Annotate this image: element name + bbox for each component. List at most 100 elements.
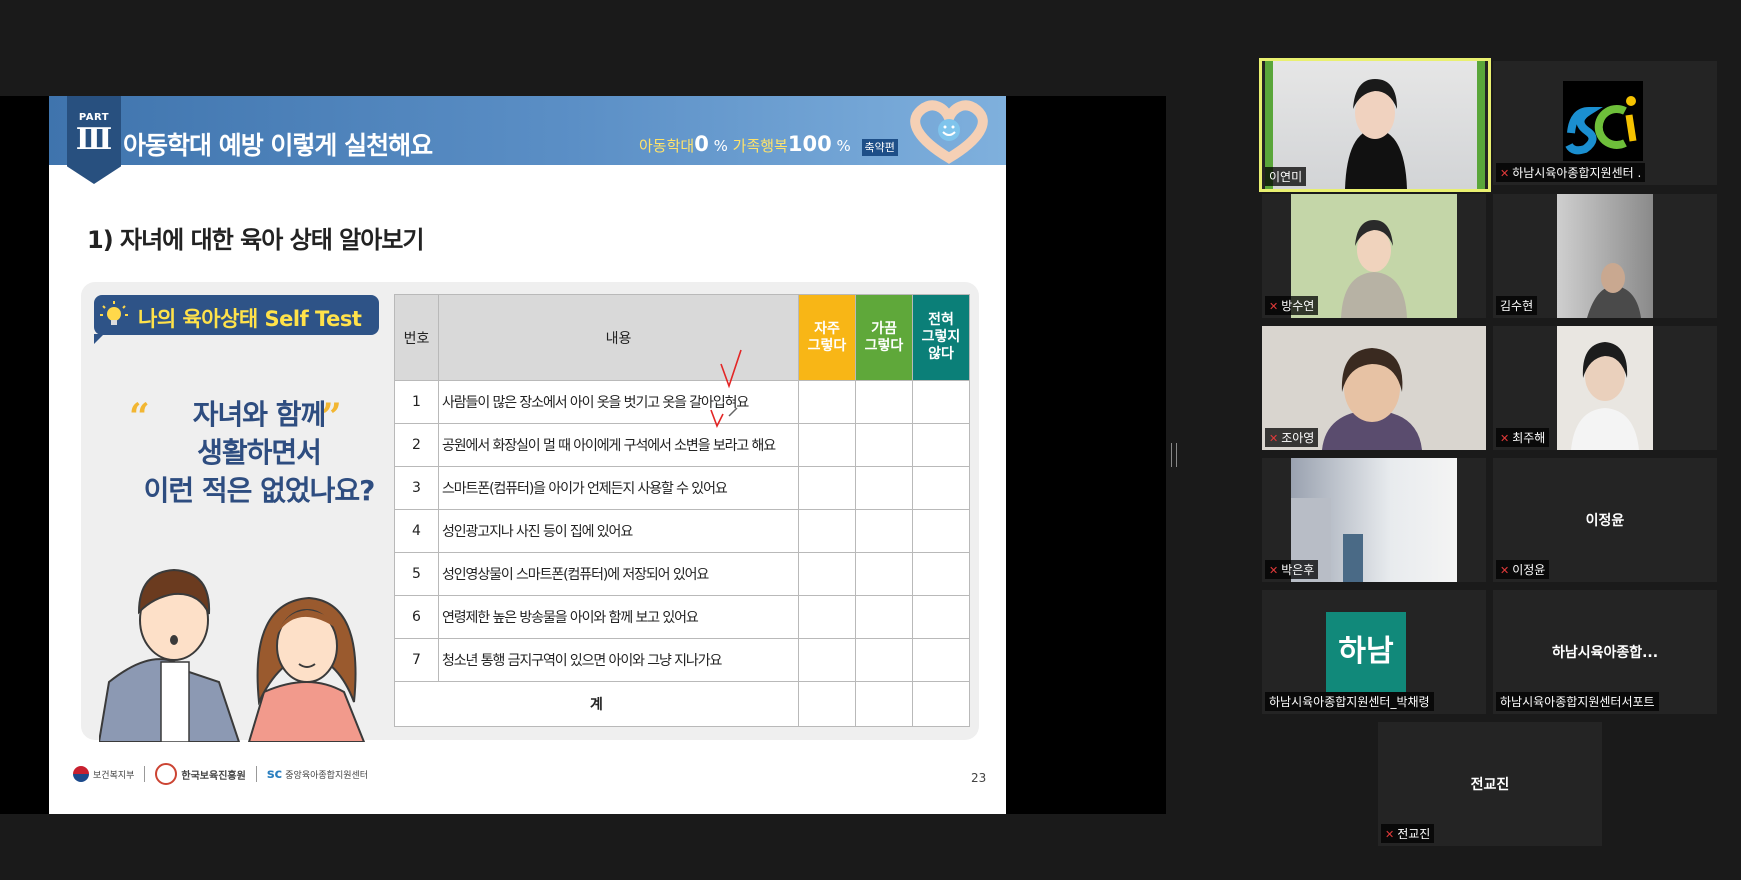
participant-tile[interactable]: ✕ 방수연: [1262, 194, 1486, 318]
participant-name-text: 하남시육아종합지원센터_박채령: [1269, 695, 1430, 709]
table-row: 3 스마트폰(컴퓨터)을 아이가 언제든지 사용할 수 있어요: [394, 466, 970, 510]
mic-off-icon: ✕: [1269, 432, 1279, 445]
row-text: 연령제한 높은 방송물을 아이와 함께 보고 있어요: [438, 595, 799, 639]
center-logo-icon: [1563, 81, 1643, 161]
participant-name-text: 전교진: [1397, 827, 1431, 841]
participant-tile[interactable]: 이정윤 ✕ 이정윤: [1493, 458, 1717, 582]
header-number: 번호: [394, 294, 439, 381]
table-row: 4 성인광고지나 사진 등이 집에 있어요: [394, 509, 970, 553]
participant-avatar: 하남: [1326, 612, 1406, 692]
check-cell: [855, 595, 913, 639]
participant-tile[interactable]: 하남시육아종합... 하남시육아종합지원센터서포트: [1493, 590, 1717, 714]
participant-name: ✕ 조아영: [1265, 428, 1319, 447]
participant-tile[interactable]: 전교진 ✕ 전교진: [1378, 722, 1602, 846]
participant-tile[interactable]: ✕ 하남시육아종합지원센터 .: [1493, 61, 1717, 185]
row-number: 5: [394, 552, 439, 596]
check-cell: [855, 552, 913, 596]
person-video-icon: [1587, 263, 1641, 318]
participant-tile[interactable]: ✕ 박은후: [1262, 458, 1486, 582]
center-logo-icon: sc: [266, 766, 283, 782]
part-number: Ⅲ: [75, 122, 113, 157]
total-cell: [855, 681, 913, 727]
participant-name: ✕ 최주해: [1496, 428, 1550, 447]
motto-term2: 가족행복: [732, 137, 788, 155]
participant-name-text: 박은후: [1281, 563, 1315, 577]
self-test-badge: 나의 육아상태 Self Test: [94, 295, 379, 335]
footer-logo-1: 보건복지부: [93, 770, 135, 781]
motto-value1: 0: [694, 132, 709, 156]
person-video-icon: [1571, 342, 1639, 450]
motto-value2: 100: [787, 132, 832, 156]
check-cell: [855, 466, 913, 510]
participant-display-name: 이정윤: [1585, 513, 1625, 529]
ministry-logo-icon: [73, 766, 89, 782]
participant-tile[interactable]: ✕ 조아영: [1262, 326, 1486, 450]
row-number: 3: [394, 466, 439, 510]
table-header-row: 번호 내용 자주 그렇다 가끔 그렇다 전혀 그렇지 않다: [394, 294, 970, 381]
check-cell: [912, 595, 970, 639]
participant-name-text: 김수현: [1500, 299, 1534, 313]
section-title: 1) 자녀에 대한 육아 상태 알아보기: [87, 226, 424, 254]
check-cell: [912, 423, 970, 467]
participant-name: 하남시육아종합지원센터서포트: [1496, 692, 1659, 711]
check-cell: [912, 552, 970, 596]
quote-line-1: 자녀와 함께: [192, 398, 327, 431]
participant-name: ✕ 하남시육아종합지원센터 .: [1496, 163, 1646, 182]
check-cell: [912, 380, 970, 424]
check-cell: [798, 423, 856, 467]
mic-off-icon: ✕: [1269, 300, 1279, 313]
header-never-line1: 전혀: [928, 312, 954, 328]
header-never-line3: 않다: [928, 346, 954, 362]
participant-name: ✕ 박은후: [1265, 560, 1319, 579]
mic-off-icon: ✕: [1385, 828, 1395, 841]
total-cell: [798, 681, 856, 727]
annotation-marks: [710, 349, 742, 428]
part-badge: PART Ⅲ: [67, 96, 121, 184]
parents-illustration: [99, 568, 366, 742]
row-number: 6: [394, 595, 439, 639]
participant-tile[interactable]: 이연미: [1259, 58, 1491, 192]
participant-name: ✕ 방수연: [1265, 296, 1319, 315]
participant-name: 이연미: [1265, 167, 1307, 186]
check-cell: [798, 552, 856, 596]
table-row: 6 연령제한 높은 방송물을 아이와 함께 보고 있어요: [394, 595, 970, 639]
check-cell: [855, 509, 913, 553]
participant-tile[interactable]: 하남 하남시육아종합지원센터_박채령: [1262, 590, 1486, 714]
row-number: 7: [394, 638, 439, 682]
check-cell: [855, 638, 913, 682]
badge-tail: [94, 334, 104, 344]
footer-logo-2: 한국보육진흥원: [181, 770, 246, 782]
row-text: 성인영상물이 스마트폰(컴퓨터)에 저장되어 있어요: [438, 552, 799, 596]
participant-tile[interactable]: ✕ 최주해: [1493, 326, 1717, 450]
self-test-table: 번호 내용 자주 그렇다 가끔 그렇다 전혀 그렇지 않다 1 사람들이 많은 장소에서 …: [394, 294, 970, 727]
participant-name-text: 최주해: [1512, 431, 1546, 445]
lightbulb-icon: [100, 301, 128, 325]
check-cell: [855, 380, 913, 424]
row-number: 2: [394, 423, 439, 467]
total-label: 계: [394, 681, 799, 727]
slide-header: 아동학대 예방 이렇게 실천해요 아동학대0 % 가족행복100 % 축약편: [49, 96, 1006, 165]
motto-unit2: %: [836, 137, 851, 155]
slide-title: 아동학대 예방 이렇게 실천해요: [123, 131, 433, 160]
total-cell: [912, 681, 970, 727]
check-cell: [855, 423, 913, 467]
quote-line-2: 생활하면서: [197, 436, 322, 469]
panel-resize-handle[interactable]: [1171, 443, 1177, 467]
table-row: 1 사람들이 많은 장소에서 아이 옷을 벗기고 옷을 갈아입혀요: [394, 380, 970, 424]
header-sometimes-line2: 그렇다: [864, 337, 904, 354]
table-total-row: 계: [394, 681, 970, 727]
self-test-label: 나의 육아상태 Self Test: [138, 307, 362, 331]
participant-tile[interactable]: 김수현: [1493, 194, 1717, 318]
check-cell: [912, 638, 970, 682]
participant-name: ✕ 전교진: [1381, 824, 1435, 843]
participant-name-text: 하남시육아종합지원센터 .: [1512, 166, 1642, 180]
participant-name-text: 조아영: [1281, 431, 1315, 445]
participant-display-name: 전교진: [1470, 777, 1510, 793]
page-number: 23: [971, 771, 987, 785]
mic-off-icon: ✕: [1500, 564, 1510, 577]
row-text: 성인광고지나 사진 등이 집에 있어요: [438, 509, 799, 553]
check-cell: [798, 380, 856, 424]
mic-off-icon: ✕: [1500, 432, 1510, 445]
footer-logo-3: 중앙육아종합지원센터: [285, 770, 369, 781]
slide-motto: 아동학대0 % 가족행복100 % 축약편: [639, 132, 898, 156]
